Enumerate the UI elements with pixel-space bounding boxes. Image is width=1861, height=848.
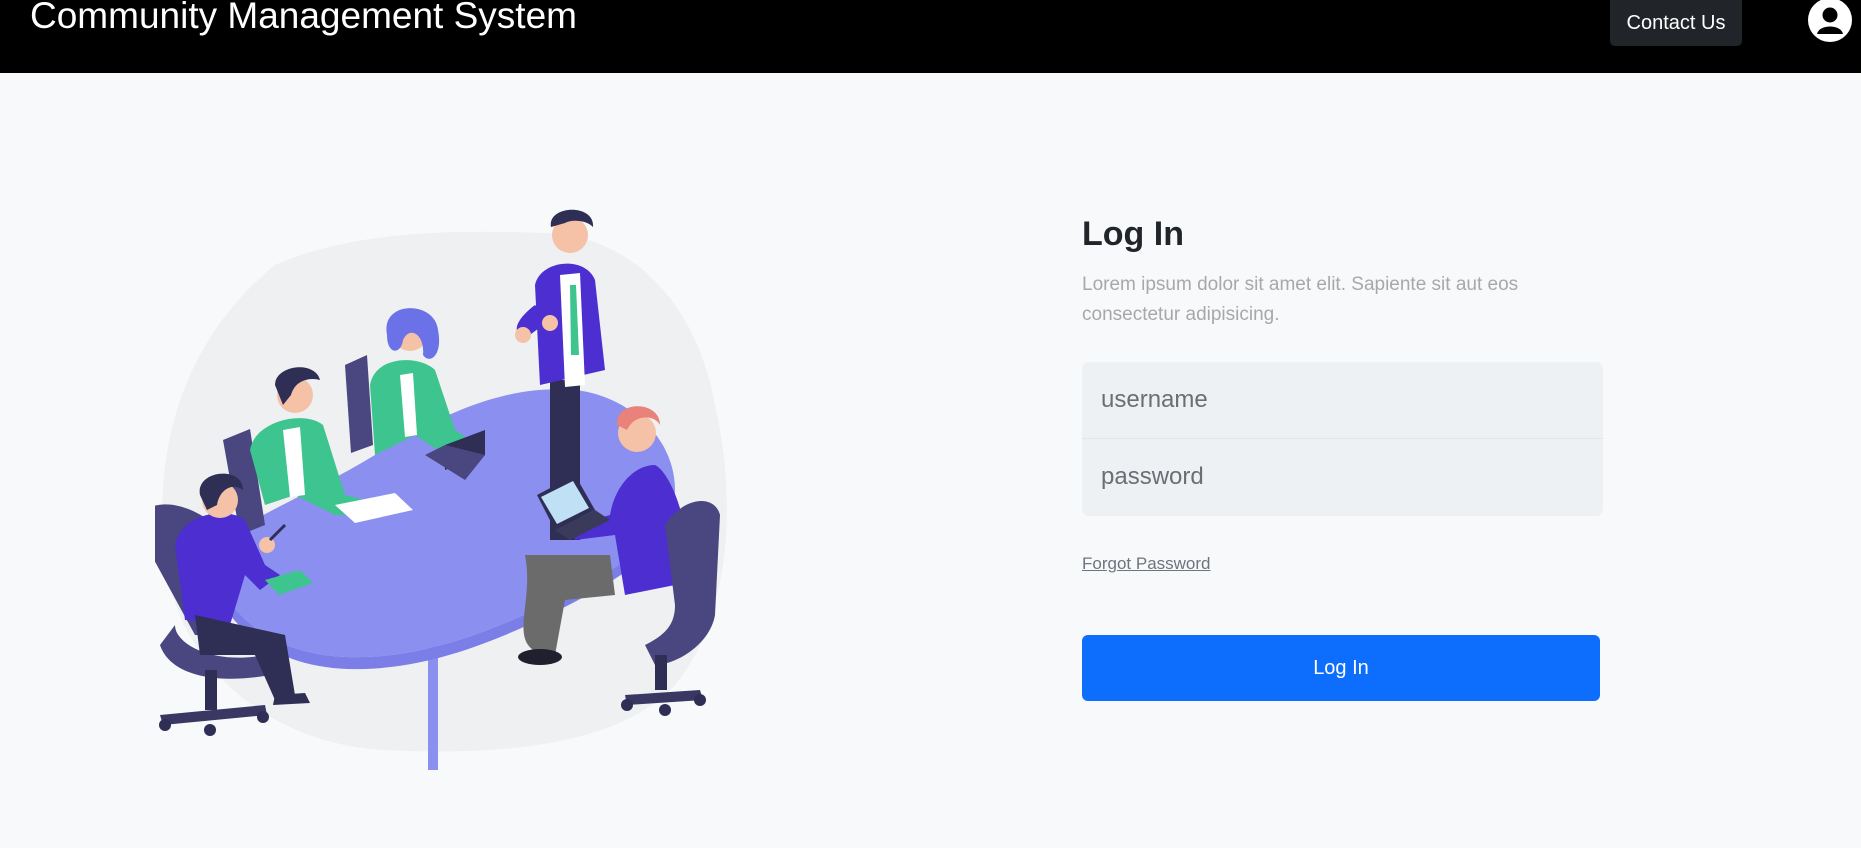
user-account-button[interactable] <box>1807 0 1853 43</box>
user-circle-icon <box>1808 0 1852 42</box>
login-form: Log In Lorem ipsum dolor sit amet elit. … <box>1082 210 1603 701</box>
team-meeting-illustration <box>135 205 745 775</box>
username-input[interactable] <box>1082 362 1603 438</box>
brand-title[interactable]: Community Management System <box>30 0 577 38</box>
login-description: Lorem ipsum dolor sit amet elit. Sapient… <box>1082 274 1519 325</box>
password-input[interactable] <box>1082 439 1603 515</box>
navbar: Community Management System Contact Us <box>0 0 1861 73</box>
credentials-group <box>1082 362 1603 516</box>
login-title: Log In <box>1082 215 1184 253</box>
contact-us-button[interactable]: Contact Us <box>1610 0 1742 46</box>
login-button[interactable]: Log In <box>1082 635 1600 701</box>
forgot-password-link[interactable]: Forgot Password <box>1082 554 1211 574</box>
